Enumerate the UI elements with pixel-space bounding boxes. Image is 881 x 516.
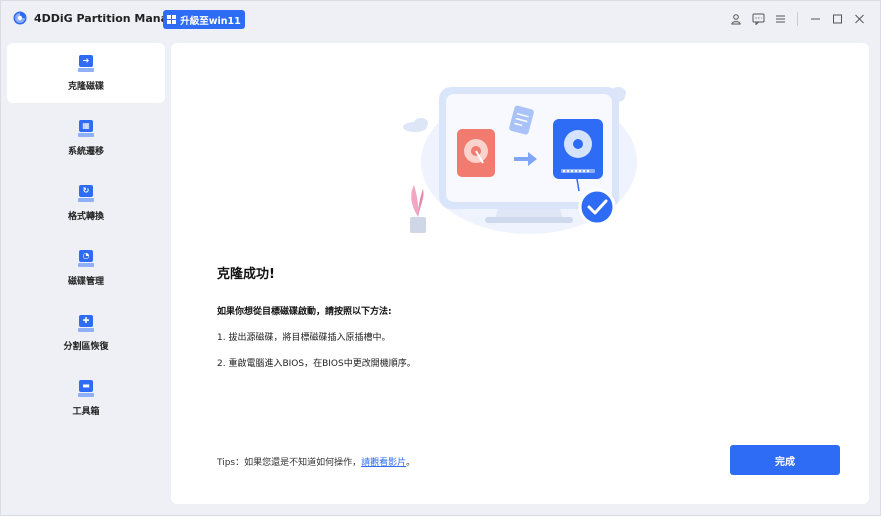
upgrade-label: 升級至win11 xyxy=(180,15,241,27)
partition-recovery-icon: ✚ xyxy=(78,314,94,333)
sidebar-item-label: 格式轉換 xyxy=(67,211,104,222)
user-icon[interactable] xyxy=(725,9,747,29)
windows-icon xyxy=(167,15,177,24)
feedback-icon[interactable] xyxy=(747,9,769,29)
clone-disk-icon: ➜ xyxy=(78,54,94,73)
title-bar: 4DDiG Partition Manager 升級至win11 xyxy=(1,1,880,37)
main-panel: 克隆成功! 如果你想從目標磁碟啟動，請按照以下方法: 1. 拔出源磁碟，將目標磁… xyxy=(171,43,869,504)
clone-success-illustration xyxy=(403,87,637,234)
app-window: 4DDiG Partition Manager 升級至win11 ➜ 克隆磁碟 … xyxy=(0,0,881,516)
titlebar-divider xyxy=(797,12,798,26)
done-button[interactable]: 完成 xyxy=(730,445,840,475)
system-migrate-icon: ▦ xyxy=(78,119,94,138)
sidebar-item-label: 工具箱 xyxy=(72,406,100,417)
sidebar-item-clone-disk[interactable]: ➜ 克隆磁碟 xyxy=(7,43,165,103)
menu-icon[interactable] xyxy=(769,9,791,29)
upgrade-win11-button[interactable]: 升級至win11 xyxy=(163,10,245,29)
sidebar: ➜ 克隆磁碟 ▦ 系統遷移 ↻ 格式轉換 ◔ 磁碟管理 ✚ 分割區恢復 ▬ 工具… xyxy=(7,43,165,513)
sidebar-item-label: 分割區恢復 xyxy=(63,341,109,352)
page-title: 克隆成功! xyxy=(217,267,275,282)
sidebar-item-label: 磁碟管理 xyxy=(67,276,104,287)
sidebar-item-system-migrate[interactable]: ▦ 系統遷移 xyxy=(7,108,165,168)
sidebar-item-label: 系統遷移 xyxy=(67,146,104,157)
sidebar-item-label: 克隆磁碟 xyxy=(67,81,104,92)
close-icon[interactable] xyxy=(848,9,870,29)
toolbox-icon: ▬ xyxy=(78,379,94,398)
instruction-step-1: 1. 拔出源磁碟，將目標磁碟插入原插槽中。 xyxy=(217,333,391,343)
tips-text: Tips：如果您還是不知道如何操作，請觀看影片。 xyxy=(217,455,415,468)
watch-video-link[interactable]: 請觀看影片 xyxy=(361,458,406,468)
sidebar-item-format-convert[interactable]: ↻ 格式轉換 xyxy=(7,173,165,233)
minimize-icon[interactable] xyxy=(804,9,826,29)
sidebar-item-toolbox[interactable]: ▬ 工具箱 xyxy=(7,368,165,428)
window-controls xyxy=(725,9,870,29)
app-logo-icon xyxy=(13,11,27,25)
sidebar-item-partition-recovery[interactable]: ✚ 分割區恢復 xyxy=(7,303,165,363)
instruction-heading: 如果你想從目標磁碟啟動，請按照以下方法: xyxy=(217,307,392,317)
maximize-icon[interactable] xyxy=(826,9,848,29)
format-convert-icon: ↻ xyxy=(78,184,94,203)
tips-prefix: Tips：如果您還是不知道如何操作， xyxy=(217,458,362,468)
tips-suffix: 。 xyxy=(406,458,416,468)
instruction-step-2: 2. 重啟電腦進入BIOS，在BIOS中更改開機順序。 xyxy=(217,359,416,369)
disk-manage-icon: ◔ xyxy=(78,249,94,268)
sidebar-item-disk-manage[interactable]: ◔ 磁碟管理 xyxy=(7,238,165,298)
